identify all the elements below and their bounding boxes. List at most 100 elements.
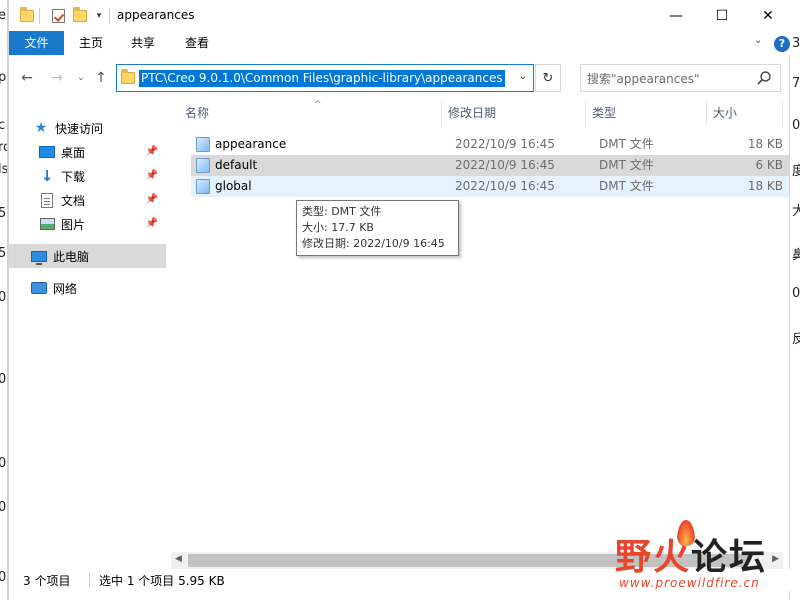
file-name: appearance xyxy=(215,137,287,151)
chevron-down-icon[interactable]: ⌄ xyxy=(519,71,527,82)
chevron-down-icon: ⌄ xyxy=(754,35,763,46)
search-icon xyxy=(757,71,771,85)
folder-icon xyxy=(19,7,35,25)
up-button[interactable]: ↑ xyxy=(91,68,111,88)
table-row[interactable]: global 2022/10/9 16:45 DMT 文件 18 KB xyxy=(191,176,789,197)
help-button[interactable]: ? xyxy=(774,36,790,52)
file-size: 6 KB xyxy=(755,158,783,172)
arrow-left-icon: ← xyxy=(21,70,33,86)
tooltip-type: 类型: DMT 文件 xyxy=(302,205,382,218)
download-icon: ↓ xyxy=(40,167,54,185)
file-icon xyxy=(196,179,210,194)
customize-toolbar-button[interactable]: ▾ xyxy=(93,7,105,25)
new-folder-icon xyxy=(73,7,87,22)
properties-button[interactable] xyxy=(49,7,67,25)
sidebar-item-label: 桌面 xyxy=(61,145,86,160)
back-button[interactable]: ← xyxy=(17,68,37,88)
desktop-icon xyxy=(39,144,55,160)
item-count: 3 个项目 xyxy=(23,574,71,588)
sidebar-item-quick-access[interactable]: ★ 快速访问 xyxy=(9,116,166,140)
address-bar[interactable]: PTC\Creo 9.0.1.0\Common Files\graphic-li… xyxy=(116,64,534,92)
background-window-left: epcrols5500000 xyxy=(0,0,8,600)
arrow-right-icon: → xyxy=(51,70,63,86)
arrow-up-icon: ↑ xyxy=(95,70,107,86)
sidebar-item-label: 网络 xyxy=(53,281,78,296)
table-row[interactable]: default 2022/10/9 16:45 DMT 文件 6 KB xyxy=(191,155,789,176)
close-button[interactable]: ✕ xyxy=(745,0,791,31)
scroll-right-icon[interactable]: ▶ xyxy=(772,554,779,564)
sidebar-item-label: 图片 xyxy=(61,217,86,232)
minimize-icon: — xyxy=(669,7,683,24)
column-header-date[interactable]: 修改日期 xyxy=(442,100,586,126)
file-name: global xyxy=(215,179,252,193)
network-icon xyxy=(31,280,47,296)
pin-icon[interactable]: 📌 xyxy=(146,146,158,157)
file-list: ^ 名称 修改日期 类型 大小 appearance 2022/10/9 16:… xyxy=(179,96,791,556)
recent-locations-button[interactable]: ⌄ xyxy=(71,68,91,88)
file-name: default xyxy=(215,158,258,172)
file-size: 18 KB xyxy=(747,137,783,151)
search-box[interactable] xyxy=(580,64,781,92)
tab-view[interactable]: 查看 xyxy=(173,31,221,55)
checklist-icon xyxy=(51,9,65,23)
address-path[interactable]: PTC\Creo 9.0.1.0\Common Files\graphic-li… xyxy=(139,70,505,87)
sidebar-item-label: 下载 xyxy=(61,169,86,184)
file-icon xyxy=(196,158,210,173)
address-toolbar: ← → ⌄ ↑ PTC\Creo 9.0.1.0\Common Files\gr… xyxy=(9,62,791,96)
scrollbar-thumb[interactable] xyxy=(188,554,748,567)
search-input[interactable] xyxy=(587,70,747,87)
sidebar-item-network[interactable]: 网络 xyxy=(9,276,166,300)
pin-icon[interactable]: 📌 xyxy=(146,194,158,205)
table-row[interactable]: appearance 2022/10/9 16:45 DMT 文件 18 KB xyxy=(191,134,789,155)
forward-button[interactable]: → xyxy=(47,68,67,88)
file-type: DMT 文件 xyxy=(599,158,654,172)
expand-ribbon-button[interactable]: ⌄ xyxy=(754,35,762,46)
selection-info: 选中 1 个项目 5.95 KB xyxy=(99,574,225,588)
file-icon xyxy=(196,137,210,152)
sidebar-item-label: 文档 xyxy=(61,193,86,208)
new-folder-button[interactable] xyxy=(71,7,89,25)
scroll-left-icon[interactable]: ◀ xyxy=(175,554,182,564)
sidebar-item-label: 此电脑 xyxy=(53,249,90,264)
column-header-name[interactable]: 名称 xyxy=(179,100,442,126)
tab-file[interactable]: 文件 xyxy=(9,31,64,55)
file-explorer-window: ▾ appearances — ☐ ✕ 文件 主页 共享 查看 ⌄ ? ← → … xyxy=(8,0,791,600)
chevron-down-icon: ⌄ xyxy=(77,73,85,83)
sidebar-item-downloads[interactable]: ↓ 下载 📌 xyxy=(9,164,166,188)
sidebar-item-pictures[interactable]: 图片 📌 xyxy=(9,212,166,236)
refresh-button[interactable]: ↻ xyxy=(535,64,561,92)
window-title: appearances xyxy=(117,8,195,22)
tab-share[interactable]: 共享 xyxy=(119,31,167,55)
computer-icon xyxy=(31,248,47,265)
close-icon: ✕ xyxy=(762,7,774,24)
pin-icon[interactable]: 📌 xyxy=(146,170,158,181)
sidebar-item-desktop[interactable]: 桌面 📌 xyxy=(9,140,166,164)
folder-icon xyxy=(121,69,135,84)
navigation-pane: ★ 快速访问 桌面 📌 ↓ 下载 📌 文档 📌 图片 📌 此电脑 网络 xyxy=(9,96,166,536)
tooltip-size: 大小: 17.7 KB xyxy=(302,221,374,234)
file-date: 2022/10/9 16:45 xyxy=(455,179,555,193)
status-bar: 3 个项目 选中 1 个项目 5.95 KB xyxy=(9,569,791,591)
column-header-type[interactable]: 类型 xyxy=(586,100,707,126)
picture-icon xyxy=(39,216,55,232)
maximize-icon: ☐ xyxy=(715,7,729,24)
chevron-down-icon: ▾ xyxy=(96,11,102,21)
column-header-size[interactable]: 大小 xyxy=(707,100,783,126)
sidebar-item-documents[interactable]: 文档 📌 xyxy=(9,188,166,212)
sidebar-item-this-pc[interactable]: 此电脑 xyxy=(9,244,166,268)
file-date: 2022/10/9 16:45 xyxy=(455,158,555,172)
tooltip-modified: 修改日期: 2022/10/9 16:45 xyxy=(302,237,445,250)
column-headers: ^ 名称 修改日期 类型 大小 xyxy=(179,100,789,126)
minimize-button[interactable]: — xyxy=(653,0,699,31)
tab-home[interactable]: 主页 xyxy=(68,31,114,55)
file-date: 2022/10/9 16:45 xyxy=(455,137,555,151)
ribbon-tabs: 文件 主页 共享 查看 ⌄ xyxy=(9,31,791,55)
file-size: 18 KB xyxy=(747,179,783,193)
title-bar: ▾ appearances — ☐ ✕ xyxy=(9,0,791,31)
pin-icon[interactable]: 📌 xyxy=(146,218,158,229)
sidebar-item-label: 快速访问 xyxy=(55,121,104,136)
maximize-button[interactable]: ☐ xyxy=(699,0,745,31)
file-type: DMT 文件 xyxy=(599,137,654,151)
horizontal-scrollbar[interactable]: ◀ ▶ xyxy=(171,552,783,569)
file-info-tooltip: 类型: DMT 文件 大小: 17.7 KB 修改日期: 2022/10/9 1… xyxy=(296,200,459,256)
